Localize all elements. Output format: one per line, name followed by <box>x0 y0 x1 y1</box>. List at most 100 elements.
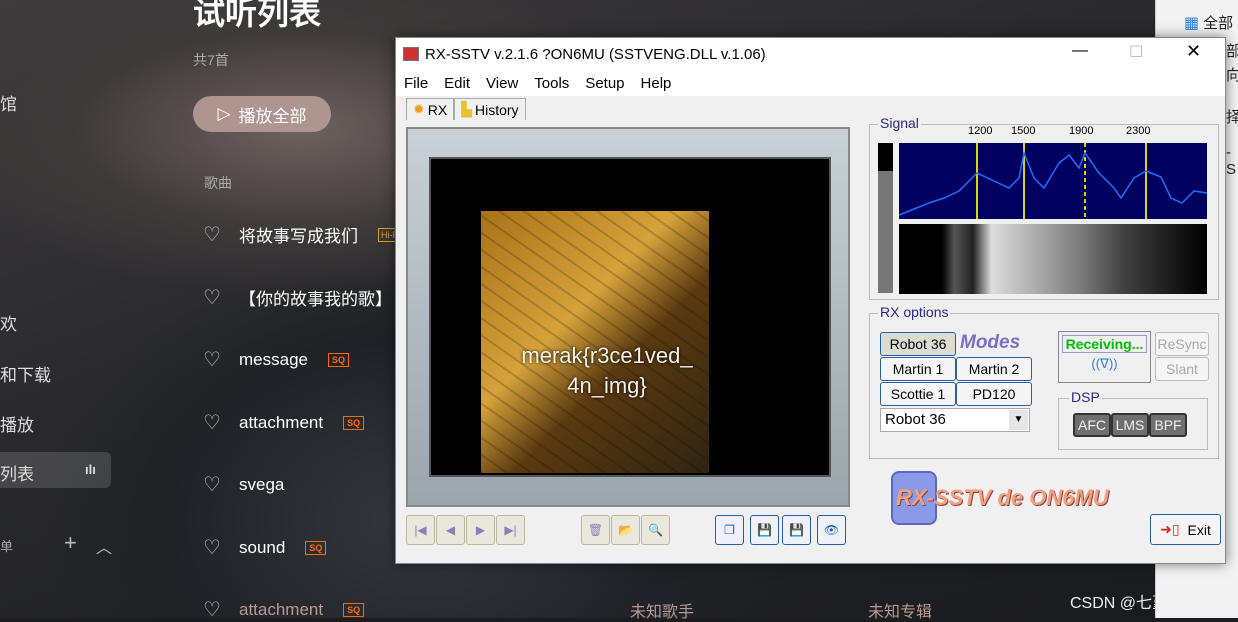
song-row[interactable]: ♡ message SQ <box>203 347 349 372</box>
heart-icon[interactable]: ♡ <box>203 472 225 497</box>
tab-label: RX <box>427 101 448 118</box>
rx-options-group: RX options Robot 36 Modes Martin 1 Marti… <box>869 304 1219 459</box>
collapse-icon[interactable]: ︿ <box>96 534 112 558</box>
tab-history[interactable]: ▙ History <box>454 98 526 120</box>
heart-icon[interactable]: ♡ <box>203 285 225 310</box>
received-image-area: merak{r3ce1ved_ 4n_img} <box>429 157 831 477</box>
first-icon[interactable]: |◀ <box>406 515 435 545</box>
song-name: sound <box>239 537 286 557</box>
sidebar-item-trial-list[interactable]: 列表 <box>0 460 34 485</box>
slant-button[interactable]: Slant <box>1155 357 1209 381</box>
menu-setup[interactable]: Setup <box>577 75 632 92</box>
heart-icon[interactable]: ♡ <box>203 597 225 622</box>
menu-bar: File Edit View Tools Setup Help <box>396 70 1225 96</box>
tick-label: 1900 <box>1069 125 1094 137</box>
level-meter <box>878 143 893 293</box>
trash-icon[interactable]: 🗑 <box>581 515 610 545</box>
tab-rx[interactable]: ✹ RX <box>406 98 455 120</box>
menu-help[interactable]: Help <box>633 75 680 92</box>
song-name: svega <box>239 474 285 494</box>
group-label: Signal <box>878 115 921 131</box>
lms-button[interactable]: LMS <box>1111 413 1149 437</box>
resync-button[interactable]: ReSync <box>1155 332 1209 356</box>
song-album[interactable]: 未知专辑 <box>868 598 932 622</box>
song-name: 将故事写成我们 <box>239 227 358 246</box>
mode-scottie1-button[interactable]: Scottie 1 <box>880 382 956 406</box>
image-frame: merak{r3ce1ved_ 4n_img} <box>406 127 850 507</box>
receive-status-panel: Receiving... ((ᐁ)) <box>1058 331 1151 383</box>
group-label: RX options <box>878 304 951 320</box>
zoom-icon[interactable]: 🔍 <box>641 515 670 545</box>
song-row[interactable]: ♡ svega <box>203 472 284 497</box>
close-button[interactable]: ✕ <box>1186 41 1201 62</box>
mode-martin1-button[interactable]: Martin 1 <box>880 357 956 381</box>
minimize-button[interactable]: — <box>1072 42 1088 60</box>
item-label: 全部 <box>1203 15 1234 32</box>
waterfall-display <box>899 224 1207 294</box>
window-title: RX-SSTV v.2.1.6 ?ON6MU (SSTVENG.DLL v.1.… <box>425 45 766 63</box>
save-icon[interactable]: 💾 <box>750 515 779 545</box>
panel-text: -S <box>1226 144 1237 178</box>
mode-select[interactable]: Robot 36 ▼ <box>880 408 1030 432</box>
sidebar-item[interactable]: 欢 <box>0 310 17 335</box>
mode-pd120-button[interactable]: PD120 <box>956 382 1032 406</box>
song-row[interactable]: ♡ attachment SQ <box>203 597 365 622</box>
sq-badge: SQ <box>327 352 349 367</box>
maximize-button[interactable]: ☐ <box>1129 42 1143 62</box>
save-as-icon[interactable]: 💾 <box>782 515 811 545</box>
menu-edit[interactable]: Edit <box>436 75 478 92</box>
add-playlist-icon[interactable]: + <box>64 530 77 556</box>
signal-group: Signal 1200 1500 1900 2300 <box>869 115 1219 300</box>
panel-text: 向 <box>1226 67 1238 84</box>
mode-robot36-button[interactable]: Robot 36 <box>880 332 956 356</box>
history-icon: ▙ <box>461 101 472 117</box>
view-icon[interactable]: 👁 <box>817 515 846 545</box>
page-title: 试听列表 <box>193 0 322 31</box>
dropdown-arrow-icon[interactable]: ▼ <box>1009 410 1028 430</box>
sq-badge: SQ <box>305 540 327 555</box>
exit-button[interactable]: ➜▯ Exit <box>1150 514 1221 545</box>
play-all-button[interactable]: ▷ 播放全部 <box>193 96 331 132</box>
menu-file[interactable]: File <box>396 75 436 92</box>
folder-icon[interactable]: 📂 <box>611 515 640 545</box>
group-label: DSP <box>1069 389 1102 405</box>
song-count: 共7首 <box>193 52 229 68</box>
song-row[interactable]: ♡ 【你的故事我的歌】 <box>203 285 392 310</box>
heart-icon[interactable]: ♡ <box>203 535 225 560</box>
tab-label: History <box>474 101 519 118</box>
view-all-item[interactable]: ▦ 全部 <box>1184 12 1233 33</box>
play-icon: ▷ <box>217 104 231 123</box>
panel-text: 择 <box>1226 109 1238 126</box>
image-text: merak{r3ce1ved_ 4n_img} <box>521 343 693 398</box>
play-all-label: 播放全部 <box>238 106 307 126</box>
last-icon[interactable]: ▶| <box>496 515 525 545</box>
heart-icon[interactable]: ♡ <box>203 347 225 372</box>
dsp-group: DSP AFC LMS BPF <box>1058 389 1208 450</box>
sidebar-item[interactable]: 和下载 <box>0 361 51 386</box>
song-row[interactable]: ♡ attachment SQ <box>203 410 365 435</box>
song-name: attachment <box>239 599 324 619</box>
song-name: 【你的故事我的歌】 <box>239 290 392 309</box>
title-bar: RX-SSTV v.2.1.6 ?ON6MU (SSTVENG.DLL v.1.… <box>396 38 1225 70</box>
heart-icon[interactable]: ♡ <box>203 222 225 247</box>
prev-icon[interactable]: ◀ <box>436 515 465 545</box>
sq-badge: SQ <box>343 415 365 430</box>
menu-tools[interactable]: Tools <box>526 75 577 92</box>
gear-icon: ✹ <box>413 101 425 117</box>
sidebar-item[interactable]: 播放 <box>0 411 34 436</box>
next-icon[interactable]: ▶ <box>466 515 495 545</box>
column-header-song: 歌曲 <box>204 175 232 191</box>
sidebar-item[interactable]: 馆 <box>0 90 17 115</box>
mode-martin2-button[interactable]: Martin 2 <box>956 357 1032 381</box>
tick-label: 1200 <box>968 125 993 137</box>
afc-button[interactable]: AFC <box>1073 413 1111 437</box>
playing-bars-icon: ılı <box>85 462 96 477</box>
song-row[interactable]: ♡将故事写成我们Hi-Res <box>203 222 412 247</box>
song-artist[interactable]: 未知歌手 <box>630 598 694 622</box>
copy-icon[interactable]: ❐ <box>715 515 744 545</box>
song-row[interactable]: ♡ sound SQ <box>203 535 327 560</box>
tick-label: 2300 <box>1126 125 1151 137</box>
heart-icon[interactable]: ♡ <box>203 410 225 435</box>
bpf-button[interactable]: BPF <box>1149 413 1187 437</box>
menu-view[interactable]: View <box>478 75 526 92</box>
